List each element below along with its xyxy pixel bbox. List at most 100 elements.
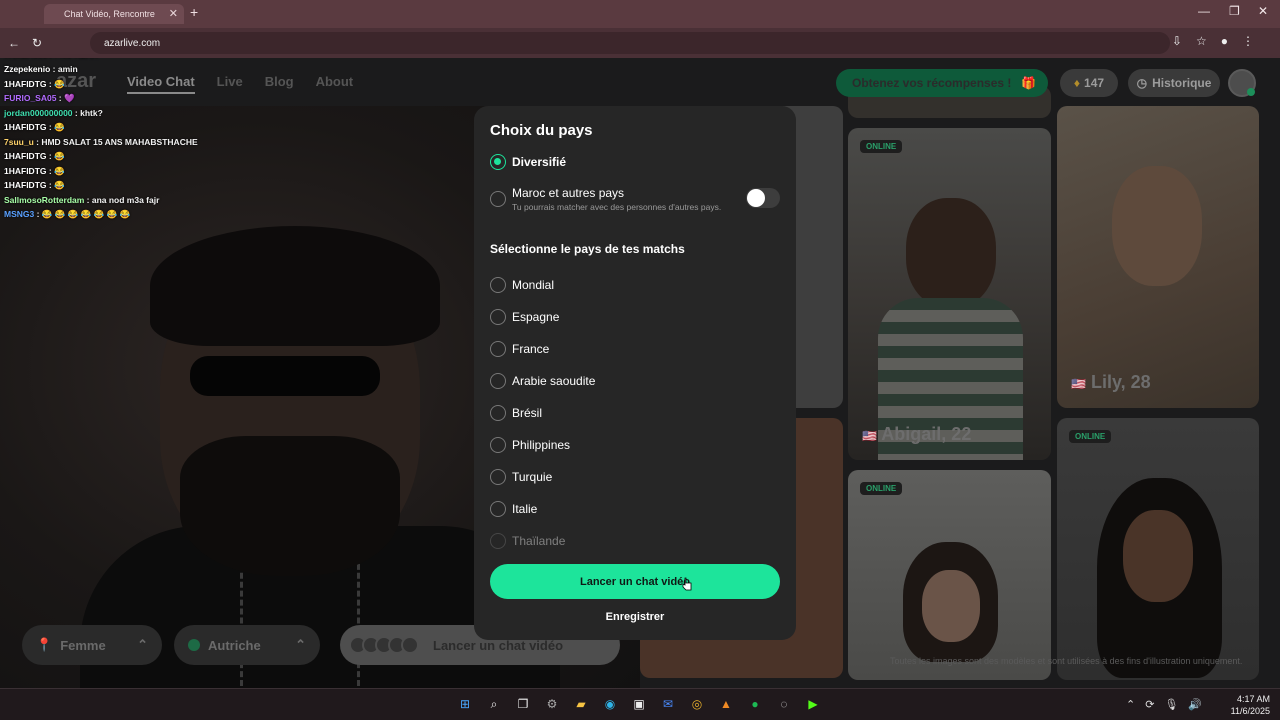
- country-option[interactable]: Espagne: [512, 310, 559, 324]
- profile-card-lily[interactable]: 🇺🇸 Lily, 28: [1057, 106, 1259, 408]
- chat-username[interactable]: 1HAFIDTG: [4, 122, 47, 132]
- gems-count: 147: [1084, 76, 1105, 90]
- chat-username[interactable]: 7AMZA3334: [4, 58, 52, 60]
- reload-icon[interactable]: ↻: [32, 36, 42, 50]
- chat-username[interactable]: Zzepekenio: [4, 64, 50, 74]
- radio-country[interactable]: [490, 277, 506, 293]
- azar-page: ONLINE 🇺🇸 Abigail, 22 🇺🇸 Lily, 28 ONLINE…: [0, 58, 1280, 688]
- chat-username[interactable]: FURIO_SA05: [4, 93, 56, 103]
- close-window-button[interactable]: ✕: [1258, 4, 1268, 18]
- radio-country[interactable]: [490, 341, 506, 357]
- save-button[interactable]: Enregistrer: [474, 611, 796, 623]
- country-option[interactable]: Mondial: [512, 278, 554, 292]
- rewards-button[interactable]: Obtenez vos récompenses ! 🎁: [836, 69, 1048, 97]
- country-option[interactable]: Arabie saoudite: [512, 374, 595, 388]
- globe-icon: [188, 639, 200, 651]
- chat-text: 😂: [54, 122, 65, 132]
- new-tab-button[interactable]: +: [190, 4, 198, 20]
- volume-icon[interactable]: 🔊: [1188, 698, 1202, 711]
- chat-message: 7suu_u : HMD SALAT 15 ANS MAHABSTHACHE: [0, 135, 300, 150]
- edge-icon[interactable]: ◉: [599, 693, 621, 715]
- rewards-label: Obtenez vos récompenses !: [852, 76, 1012, 90]
- history-button[interactable]: ◷ Historique: [1128, 69, 1220, 97]
- user-avatar[interactable]: [1228, 69, 1256, 97]
- flag-icon: 🇺🇸: [862, 429, 877, 443]
- tab-close-icon[interactable]: ✕: [169, 7, 178, 20]
- country-filter[interactable]: Autriche ⌃: [174, 625, 320, 665]
- browser-tab[interactable]: Chat Vidéo, Rencontre ✕: [44, 4, 184, 24]
- url-text: azarlive.com: [104, 37, 161, 49]
- card-name: 🇺🇸 Abigail, 22: [862, 424, 971, 445]
- nav-arrows: ← ↻: [8, 36, 42, 50]
- kick-icon[interactable]: ▶: [802, 693, 824, 715]
- url-field[interactable]: azarlive.com: [90, 32, 1170, 54]
- address-bar-row: ← ↻ azarlive.com ⇩ ☆ ● ⋮: [0, 28, 1280, 58]
- gender-filter[interactable]: 📍 Femme ⌃: [22, 625, 162, 665]
- chat-text: khtk?: [80, 107, 103, 118]
- chat-message: Zzepekenio : amin: [0, 62, 300, 77]
- hand-cursor-icon: [682, 577, 692, 591]
- chat-username[interactable]: 7suu_u: [4, 137, 34, 147]
- chat-message: 1HAFIDTG : 😂: [0, 178, 300, 193]
- radio-country[interactable]: [490, 309, 506, 325]
- chat-username[interactable]: SallmosoRotterdam: [4, 195, 84, 205]
- search-icon[interactable]: ⌕: [483, 693, 505, 715]
- country-option[interactable]: Thaïlande: [512, 534, 565, 548]
- profile-card-4[interactable]: ONLINE: [1057, 418, 1259, 680]
- radio-country[interactable]: [490, 469, 506, 485]
- chat-username[interactable]: 1HAFIDTG: [4, 166, 47, 176]
- sync-icon[interactable]: ⟳: [1145, 698, 1154, 711]
- chat-username[interactable]: 1HAFIDTG: [4, 180, 47, 190]
- windows-start-icon[interactable]: ⊞: [454, 693, 476, 715]
- chat-username[interactable]: 1HAFIDTG: [4, 79, 47, 89]
- microphone-icon[interactable]: 🎙: [1164, 698, 1178, 711]
- chat-username[interactable]: 1HAFIDTG: [4, 151, 47, 161]
- outlook-icon[interactable]: ✉: [657, 693, 679, 715]
- profile-icon[interactable]: ●: [1221, 34, 1228, 48]
- country-option[interactable]: Turquie: [512, 470, 552, 484]
- back-icon[interactable]: ←: [8, 36, 20, 50]
- vlc-icon[interactable]: ▲: [715, 693, 737, 715]
- task-view-icon[interactable]: ❐: [512, 693, 534, 715]
- chevron-up-icon[interactable]: ⌃: [1126, 698, 1135, 711]
- spotify-icon[interactable]: ●: [744, 693, 766, 715]
- clock-date: 11/6/2025: [1230, 706, 1270, 716]
- install-icon[interactable]: ⇩: [1172, 34, 1182, 48]
- launch-video-chat-button[interactable]: Lancer un chat vidéo: [490, 564, 780, 599]
- radio-country[interactable]: [490, 405, 506, 421]
- store-icon[interactable]: ▣: [628, 693, 650, 715]
- chrome-icon[interactable]: ◎: [686, 693, 708, 715]
- country-option[interactable]: Philippines: [512, 438, 570, 452]
- chat-message: 1HAFIDTG : 😂: [0, 120, 300, 135]
- chat-username[interactable]: MSNG3: [4, 209, 34, 219]
- radio-country[interactable]: [490, 437, 506, 453]
- radio-diverse[interactable]: [490, 154, 506, 170]
- menu-icon[interactable]: ⋮: [1242, 34, 1254, 48]
- chat-username[interactable]: jordan000000000: [4, 108, 73, 118]
- profile-card-abigail[interactable]: ONLINE 🇺🇸 Abigail, 22: [848, 128, 1051, 460]
- gift-icon: 🎁: [1021, 76, 1037, 90]
- file-explorer-icon[interactable]: ▰: [570, 693, 592, 715]
- radio-country[interactable]: [490, 501, 506, 517]
- restore-button[interactable]: ❐: [1229, 4, 1240, 18]
- gems-button[interactable]: ♦ 147: [1060, 69, 1118, 97]
- country-option[interactable]: Italie: [512, 502, 537, 516]
- radio-country[interactable]: [490, 533, 506, 549]
- settings-gear-icon[interactable]: ⚙: [541, 693, 563, 715]
- clock[interactable]: 4:17 AM 11/6/2025: [1226, 693, 1270, 717]
- radio-country[interactable]: [490, 373, 506, 389]
- nav-about[interactable]: About: [316, 74, 354, 94]
- minimize-button[interactable]: —: [1198, 4, 1210, 18]
- chevron-up-icon: ⌃: [137, 637, 148, 652]
- face-avatar: [401, 636, 419, 654]
- radio-local[interactable]: [490, 191, 506, 207]
- bookmark-star-icon[interactable]: ☆: [1196, 34, 1207, 48]
- country-option[interactable]: France: [512, 342, 549, 356]
- local-toggle[interactable]: [746, 188, 780, 208]
- pin-icon: 📍: [36, 637, 53, 652]
- chat-separator: :: [72, 107, 81, 118]
- chat-separator: :: [46, 122, 55, 132]
- profile-card-3[interactable]: ONLINE: [848, 470, 1051, 680]
- country-option[interactable]: Brésil: [512, 406, 542, 420]
- app-icon[interactable]: ◌: [773, 693, 795, 715]
